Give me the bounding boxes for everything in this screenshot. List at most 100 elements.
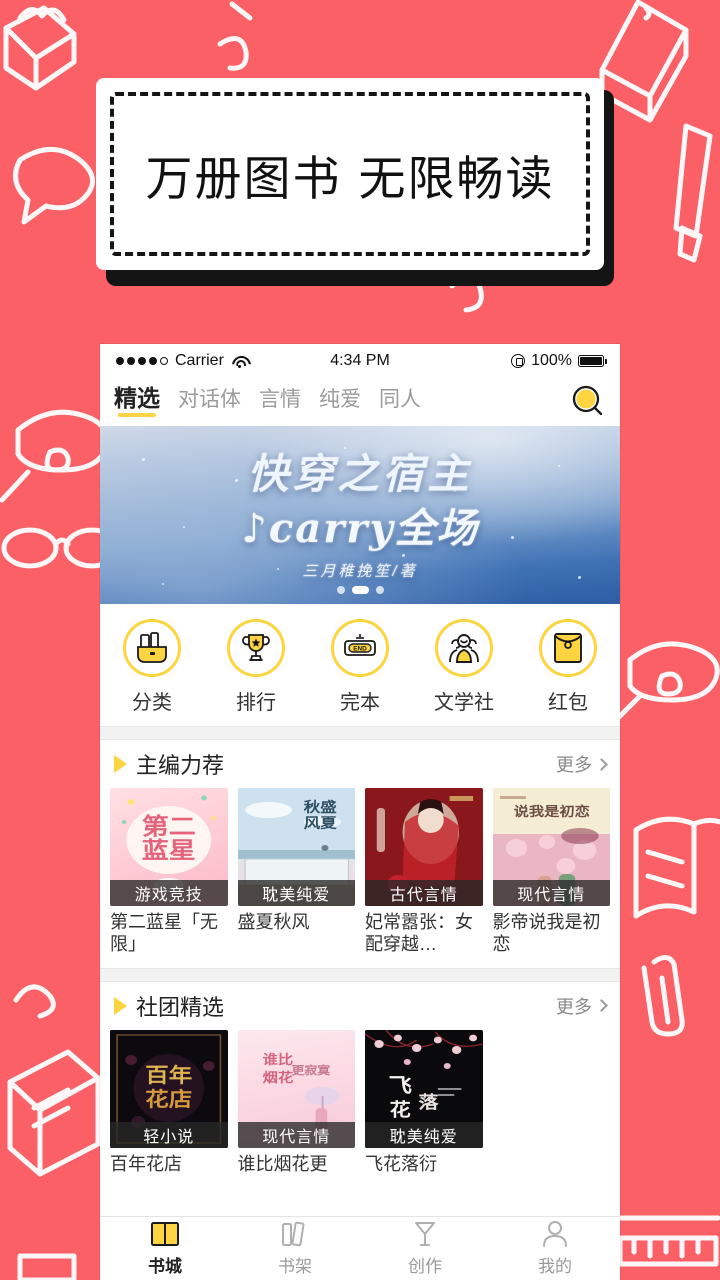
status-bar-time: 4:34 PM <box>330 352 390 369</box>
book-card-empty <box>493 1030 611 1176</box>
section-header-zhubianlijian: 主编力荐 更多 <box>100 740 620 788</box>
book-cover: 第二 蓝星 游戏竞技 <box>110 788 228 906</box>
hero-carousel-dots[interactable] <box>100 586 620 594</box>
section-more-button-1[interactable]: 更多 <box>556 751 608 777</box>
quicknav-label-fenlei: 分类 <box>132 692 172 714</box>
hero-title-line2: ♪carry全场 <box>241 505 479 552</box>
book-card[interactable]: 飞 花 落 耽美纯爱 飞花落衍 <box>365 1029 483 1176</box>
promo-banner: 万册图书 无限畅读 <box>96 78 616 290</box>
section-more-label-2: 更多 <box>556 996 592 1017</box>
tab-jingxuan[interactable]: 精选 <box>114 387 160 417</box>
book-card[interactable]: 百年 花店 轻小说 百年花店 <box>110 1029 228 1176</box>
book-title: 飞花落衍 <box>365 1153 437 1174</box>
tabbar-item-shujia[interactable]: 书架 <box>230 1217 360 1280</box>
svg-text:花店: 花店 <box>145 1088 192 1112</box>
profile-icon <box>543 1221 567 1247</box>
quicknav-circle-paihang <box>227 619 285 677</box>
svg-text:说我是初恋: 说我是初恋 <box>513 804 589 820</box>
quicknav-item-hongbao[interactable]: 红包 <box>520 619 616 715</box>
tabbar-item-chuangzuo[interactable]: 创作 <box>360 1217 490 1280</box>
book-title: 影帝说我是初恋 <box>492 912 601 954</box>
tab-duihuati[interactable]: 对话体 <box>178 389 241 417</box>
book-badge: 耽美纯爱 <box>237 880 355 906</box>
svg-text:花: 花 <box>390 1099 412 1120</box>
svg-text:END: END <box>353 646 367 653</box>
book-card[interactable]: 秋盛 风夏 耽美纯爱 盛夏秋风 <box>237 788 355 956</box>
quicknav-item-wanben[interactable]: END 完本 <box>312 619 408 715</box>
tabbar-item-shucheng[interactable]: 书城 <box>100 1217 230 1280</box>
book-badge: 古代言情 <box>365 880 483 906</box>
hero-title-block: 快穿之宿主 ♪carry全场 三月稚挽笙/著 <box>100 440 620 581</box>
book-card[interactable]: 古代言情 妃常嚣张：女配穿越… <box>365 788 483 956</box>
book-grid-1: 第二 蓝星 游戏竞技 第二蓝星「无限」 秋盛 风夏 耽美纯爱 盛夏秋风 古代言情… <box>100 788 620 956</box>
hero-banner[interactable]: 快穿之宿主 ♪carry全场 三月稚挽笙/著 <box>100 426 620 604</box>
tabbar-label-chuangzuo: 创作 <box>408 1257 442 1276</box>
search-icon <box>572 385 603 416</box>
tab-yanqing[interactable]: 言情 <box>259 389 301 417</box>
quicknav-item-fenlei[interactable]: 分类 <box>104 619 200 715</box>
book-title: 盛夏秋风 <box>237 912 310 932</box>
tab-chunai[interactable]: 纯爱 <box>319 389 361 417</box>
chevron-right-icon <box>595 999 608 1013</box>
book-title: 妃常嚣张：女配穿越… <box>365 912 473 954</box>
svg-text:蓝星: 蓝星 <box>142 837 196 864</box>
bookshelf-icon <box>282 1221 305 1247</box>
book-title: 百年花店 <box>110 1153 182 1174</box>
book-card[interactable]: 说我是初恋 现代言情 影帝说我是初恋 <box>492 788 610 956</box>
quick-nav-row: 分类 排行 END 完本 文学社 红包 <box>100 604 620 726</box>
tab-tongren[interactable]: 同人 <box>379 389 421 417</box>
book-title: 第二蓝星「无限」 <box>110 912 218 954</box>
tabbar-item-wode[interactable]: 我的 <box>490 1217 620 1280</box>
book-badge: 现代言情 <box>237 1121 355 1148</box>
search-button[interactable] <box>570 384 606 420</box>
rotation-lock-icon <box>511 354 526 368</box>
book-card[interactable]: 谁比 烟花 更寂寞 现代言情 谁比烟花更 <box>237 1029 355 1176</box>
section-marker-icon <box>114 755 127 773</box>
book-cover: 谁比 烟花 更寂寞 现代言情 <box>237 1029 355 1148</box>
svg-text:烟花: 烟花 <box>262 1070 293 1086</box>
book-cover: 古代言情 <box>365 788 483 906</box>
hero-dot-3[interactable] <box>375 586 384 594</box>
category-tab-bar: 精选 对话体 言情 纯爱 同人 <box>100 378 620 426</box>
quicknav-item-wenxueshe[interactable]: 文学社 <box>416 619 512 715</box>
status-bar: Carrier 4:34 PM 100% <box>100 344 620 378</box>
svg-text:谁比: 谁比 <box>262 1052 293 1068</box>
svg-text:落: 落 <box>418 1092 438 1112</box>
book-card[interactable]: 第二 蓝星 游戏竞技 第二蓝星「无限」 <box>110 788 228 956</box>
bottom-tab-bar: 书城 书架 创作 我的 <box>100 1216 620 1280</box>
pen-create-icon <box>415 1222 435 1246</box>
section-more-label-1: 更多 <box>556 755 592 775</box>
promo-headline: 万册图书 无限畅读 <box>145 151 555 207</box>
tabbar-label-shujia: 书架 <box>278 1257 312 1276</box>
quicknav-circle-hongbao <box>539 619 597 677</box>
quicknav-label-hongbao: 红包 <box>548 692 588 714</box>
section-divider-2 <box>100 967 620 982</box>
book-badge: 游戏竞技 <box>110 880 228 906</box>
quicknav-item-paihang[interactable]: 排行 <box>208 619 304 715</box>
svg-text:第二: 第二 <box>142 813 196 840</box>
quicknav-circle-wanben: END <box>331 619 389 677</box>
section-divider-1 <box>100 726 620 740</box>
section-marker-icon <box>114 996 127 1015</box>
book-badge: 轻小说 <box>110 1121 228 1148</box>
svg-text:秋盛: 秋盛 <box>303 799 336 815</box>
chevron-right-icon <box>595 757 608 771</box>
section-title-2: 社团精选 <box>136 994 225 1020</box>
quicknav-label-wenxueshe: 文学社 <box>434 692 494 714</box>
category-books-icon <box>137 632 167 663</box>
section-title-1: 主编力荐 <box>136 753 225 778</box>
red-envelope-icon <box>554 633 582 663</box>
book-badge: 现代言情 <box>492 880 610 906</box>
book-cover: 说我是初恋 现代言情 <box>492 788 610 906</box>
quicknav-circle-wenxueshe <box>435 619 493 677</box>
book-title: 谁比烟花更 <box>237 1153 328 1174</box>
book-grid-2: 百年 花店 轻小说 百年花店 谁比 烟花 更寂寞 现代言情 谁比烟花更 飞 花 … <box>100 1029 620 1176</box>
hero-dot-1[interactable] <box>336 586 345 594</box>
hero-dot-2[interactable] <box>351 586 369 594</box>
book-cover: 百年 花店 轻小说 <box>110 1029 228 1148</box>
end-sign-icon: END <box>344 634 376 656</box>
section-more-button-2[interactable]: 更多 <box>556 993 608 1019</box>
tabbar-label-wode: 我的 <box>538 1257 572 1276</box>
tabbar-label-shucheng: 书城 <box>148 1257 182 1276</box>
book-badge: 耽美纯爱 <box>365 1121 483 1148</box>
